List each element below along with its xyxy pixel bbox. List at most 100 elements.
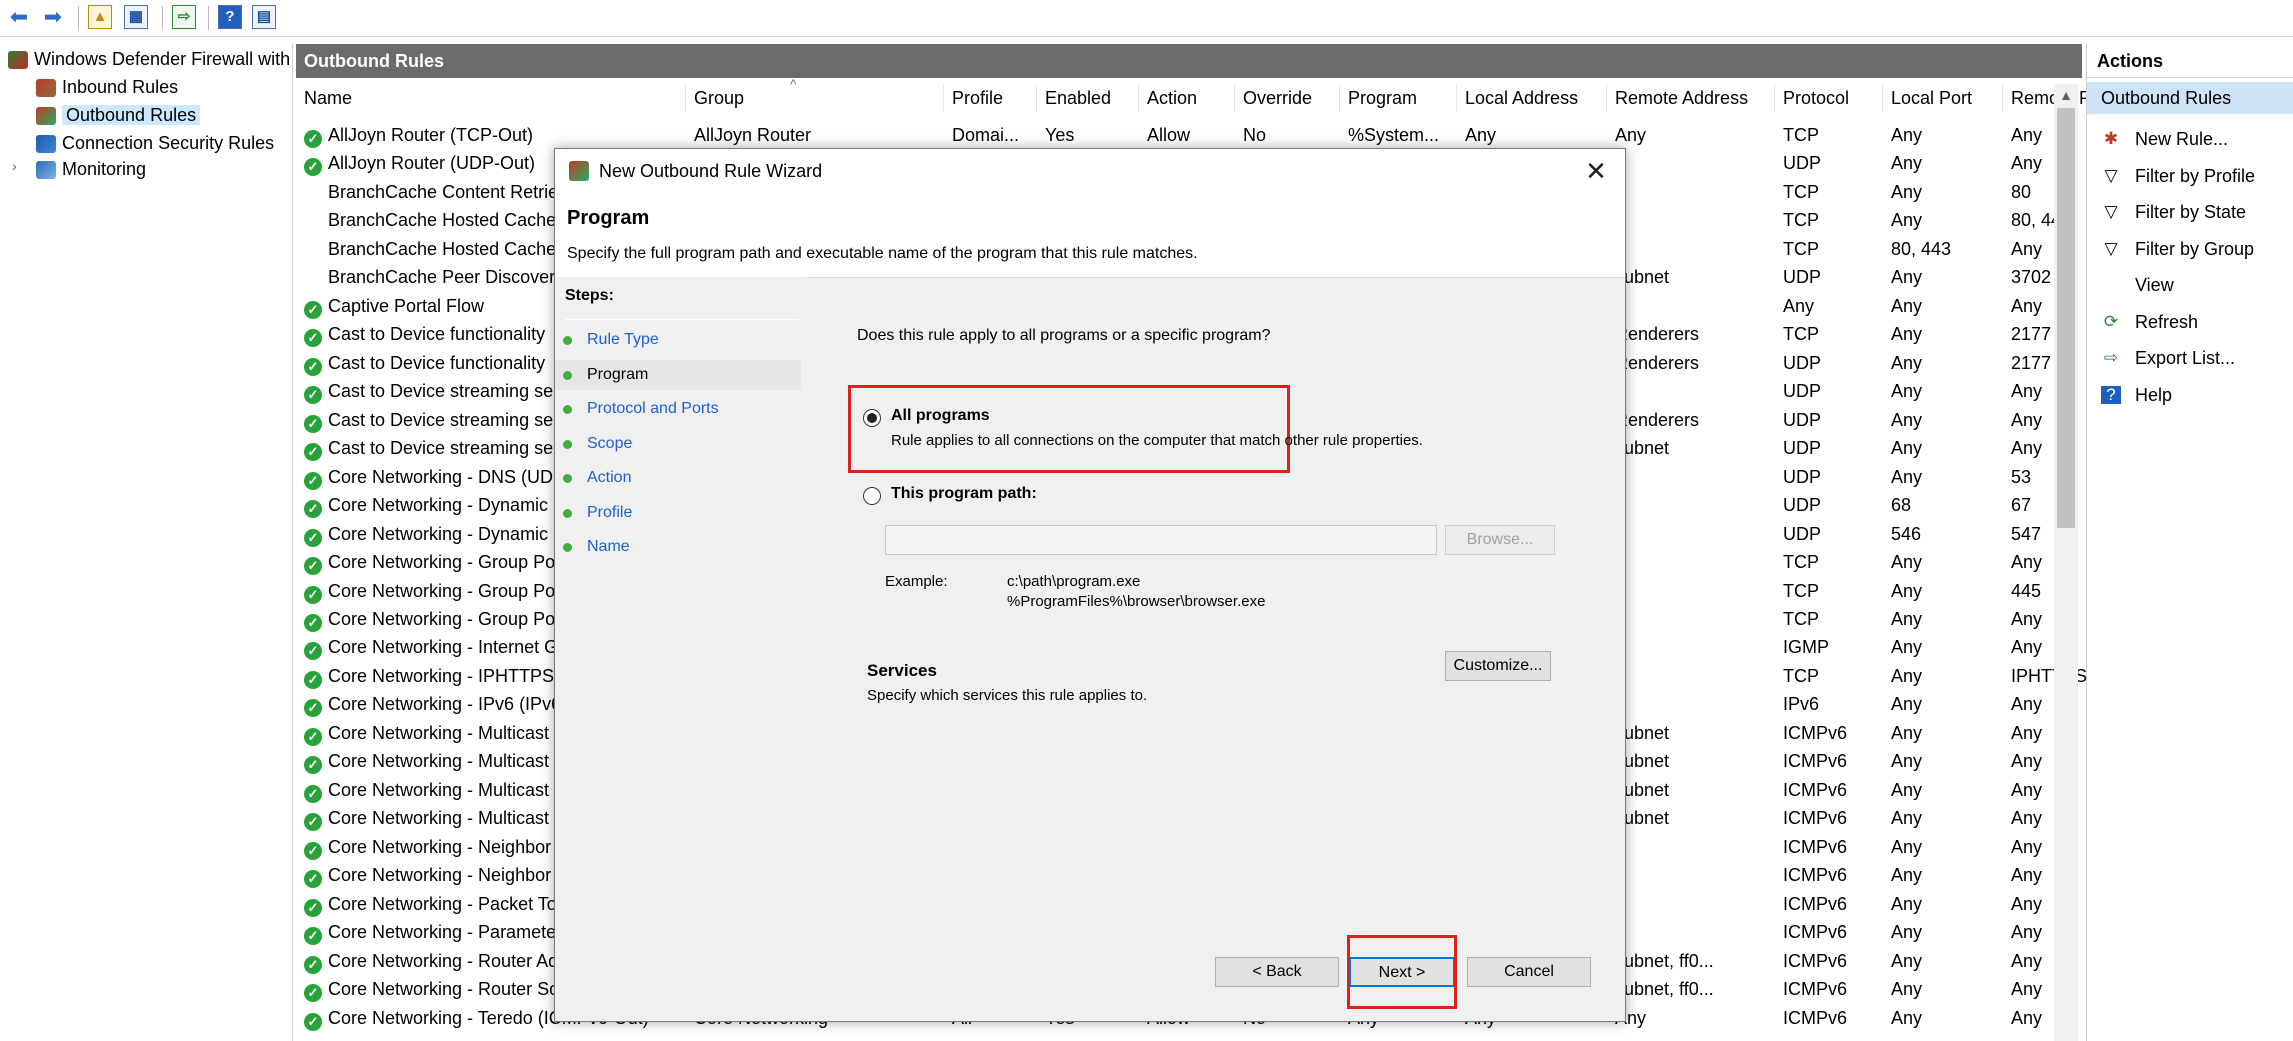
cell-text: Core Networking - Group Po bbox=[328, 552, 556, 573]
column-header[interactable]: Local Address bbox=[1457, 84, 1607, 112]
column-header[interactable]: Protocol bbox=[1775, 84, 1883, 112]
filter-icon: ▽ bbox=[2104, 238, 2118, 258]
cell-text: Domai... bbox=[952, 125, 1020, 145]
column-header[interactable]: Local Port bbox=[1883, 84, 2003, 112]
action-item[interactable]: ✱ New Rule... bbox=[2087, 124, 2293, 154]
tree-item-connection-security-rules[interactable]: Connection Security Rules bbox=[36, 130, 274, 156]
table-cell-remote-address: subnet bbox=[1607, 434, 1775, 462]
cell-text: 445 bbox=[2011, 580, 2042, 601]
forward-arrow-icon[interactable]: ➡ bbox=[40, 4, 66, 30]
new-rule-icon: ✱ bbox=[2103, 129, 2119, 148]
this-program-path-label[interactable]: This program path: bbox=[891, 485, 1037, 503]
action-item[interactable]: View bbox=[2087, 270, 2293, 300]
rule-enabled-icon: ✓ bbox=[304, 870, 322, 889]
cell-text: Any bbox=[2011, 893, 2043, 914]
help-icon: ? bbox=[2101, 385, 2121, 404]
tree-item-monitoring[interactable]: Monitoring bbox=[36, 156, 146, 182]
cell-text: 2177 bbox=[2011, 352, 2052, 373]
close-icon[interactable]: ✕ bbox=[1569, 149, 1623, 193]
column-header[interactable]: Override bbox=[1235, 84, 1340, 112]
table-cell-local-port: Any bbox=[1883, 861, 2003, 889]
column-header[interactable]: Remote Address bbox=[1607, 84, 1775, 112]
rule-enabled-icon: ✓ bbox=[304, 329, 322, 348]
wizard-step[interactable]: Protocol and Ports bbox=[555, 394, 801, 424]
table-cell-profile: Domai... bbox=[944, 121, 1037, 149]
cell-text: ICMPv6 bbox=[1783, 979, 1848, 1000]
all-programs-radio[interactable] bbox=[863, 409, 881, 427]
cell-text: Any bbox=[2011, 295, 2043, 316]
actions-section-outbound-rules[interactable]: Outbound Rules bbox=[2087, 82, 2293, 114]
vertical-scrollbar[interactable]: ▲ bbox=[2054, 84, 2078, 1041]
show-hide-tree-icon[interactable]: ▦ bbox=[124, 5, 148, 29]
action-item[interactable]: ▽ Filter by State bbox=[2087, 197, 2293, 227]
column-header[interactable]: Action bbox=[1139, 84, 1235, 112]
wizard-step[interactable]: Program bbox=[555, 359, 801, 390]
column-header[interactable]: Program bbox=[1340, 84, 1457, 112]
help-icon[interactable]: ? bbox=[218, 5, 242, 29]
cell-text: Any bbox=[1891, 210, 1923, 231]
show-hide-action-pane-icon[interactable]: ▤ bbox=[252, 5, 276, 29]
cell-text: UDP bbox=[1783, 495, 1822, 516]
table-cell-local-port: Any bbox=[1883, 918, 2003, 946]
wizard-step[interactable]: Name bbox=[555, 532, 801, 562]
cell-text: 80, 443 bbox=[1891, 238, 1952, 259]
table-cell-local-port: Any bbox=[1883, 690, 2003, 718]
cell-text: Core Networking - Multicast bbox=[328, 751, 550, 772]
this-program-path-radio[interactable] bbox=[863, 487, 881, 505]
cell-text: TCP bbox=[1783, 552, 1819, 573]
scrollbar-thumb[interactable] bbox=[2057, 108, 2075, 528]
action-item[interactable]: ▽ Filter by Group bbox=[2087, 234, 2293, 264]
column-header[interactable]: Profile bbox=[944, 84, 1037, 112]
wizard-step[interactable]: Profile bbox=[555, 498, 801, 528]
table-row[interactable]: ✓ AllJoyn Router (TCP-Out) AllJoyn Router D… bbox=[296, 121, 2066, 150]
column-header[interactable]: Enabled bbox=[1037, 84, 1139, 112]
wizard-step[interactable]: Scope bbox=[555, 429, 801, 459]
table-cell-local-port: Any bbox=[1883, 292, 2003, 320]
expand-chevron-icon[interactable]: › bbox=[12, 158, 17, 174]
customize-button[interactable]: Customize... bbox=[1445, 651, 1551, 681]
cancel-button[interactable]: Cancel bbox=[1467, 957, 1591, 987]
action-item[interactable]: ⇨ Export List... bbox=[2087, 343, 2293, 373]
column-header[interactable]: Name bbox=[296, 84, 686, 112]
cell-text: Renderers bbox=[1615, 352, 1700, 373]
cell-text: 80 bbox=[2011, 181, 2032, 202]
table-cell-protocol: TCP bbox=[1775, 577, 1883, 605]
wizard-step[interactable]: Rule Type bbox=[555, 325, 801, 355]
cell-text: No bbox=[1243, 125, 1267, 145]
tree-item-inbound-rules[interactable]: Inbound Rules bbox=[36, 74, 178, 100]
browse-button[interactable]: Browse... bbox=[1445, 525, 1555, 555]
tree-item-outbound-rules[interactable]: Outbound Rules bbox=[36, 102, 201, 128]
actions-pane: Actions Outbound Rules ✱ New Rule... ▽ Filt… bbox=[2086, 44, 2293, 1041]
cell-text: UDP bbox=[1783, 381, 1822, 402]
cell-text: Any bbox=[1891, 893, 1923, 914]
rule-enabled-icon: ✓ bbox=[304, 813, 322, 832]
scroll-up-icon[interactable]: ▲ bbox=[2054, 84, 2078, 106]
tree-root-firewall[interactable]: Windows Defender Firewall with bbox=[8, 46, 290, 72]
cell-text: Renderers bbox=[1615, 409, 1700, 430]
cell-text: Any bbox=[2011, 779, 2043, 800]
up-folder-icon[interactable]: ▲ bbox=[88, 5, 112, 29]
cell-text: ICMPv6 bbox=[1783, 722, 1848, 743]
table-cell-remote-address bbox=[1607, 206, 1775, 234]
cell-text: Any bbox=[2011, 409, 2043, 430]
step-label: Profile bbox=[587, 503, 633, 521]
cell-text: Core Networking - DNS (UDP bbox=[328, 466, 566, 487]
action-label: Filter by State bbox=[2135, 202, 2247, 222]
export-list-icon[interactable]: ⇨ bbox=[172, 5, 196, 29]
action-item[interactable]: ? Help bbox=[2087, 380, 2293, 410]
cell-text: Cast to Device streaming ser bbox=[328, 438, 560, 459]
program-path-input[interactable] bbox=[885, 525, 1437, 555]
action-item[interactable]: ▽ Filter by Profile bbox=[2087, 161, 2293, 191]
table-cell-remote-address bbox=[1607, 178, 1775, 206]
wizard-step[interactable]: Action bbox=[555, 463, 801, 493]
action-item[interactable]: ⟳ Refresh bbox=[2087, 307, 2293, 337]
cell-text: UDP bbox=[1783, 438, 1822, 459]
cell-text: Any bbox=[2011, 381, 2043, 402]
rule-enabled-icon: ✓ bbox=[304, 699, 322, 718]
back-button[interactable]: < Back bbox=[1215, 957, 1339, 987]
column-header[interactable]: Group bbox=[686, 84, 944, 112]
cell-text: Any bbox=[1891, 125, 1923, 145]
all-programs-label[interactable]: All programs bbox=[891, 407, 990, 425]
action-label: View bbox=[2135, 275, 2174, 295]
back-arrow-icon[interactable]: ⬅ bbox=[6, 4, 32, 30]
